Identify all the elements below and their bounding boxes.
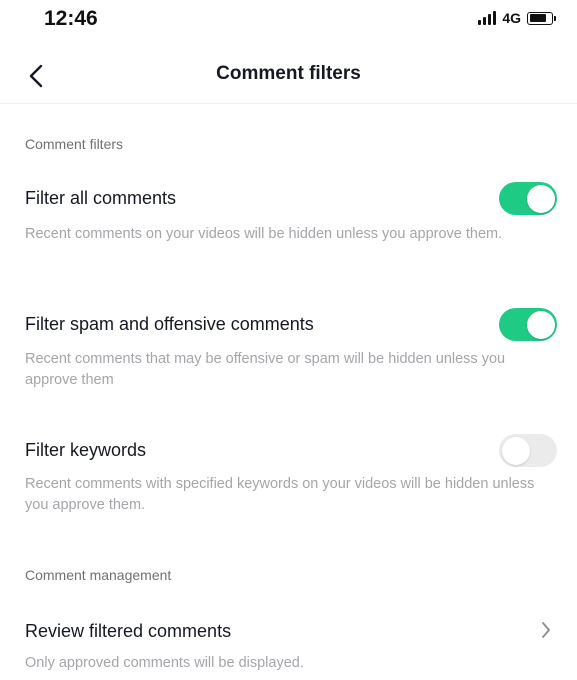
filter-keywords-title: Filter keywords [25,440,147,460]
filter-keywords-description: Recent comments with specified keywords … [25,476,535,513]
section-header-comment-filters: Comment filters [25,136,124,152]
review-filtered-comments-title: Review filtered comments [25,621,232,641]
filter-spam-title: Filter spam and offensive comments [25,314,314,334]
comment-filters-screen: 12:46 4G Comment filters Comment filters… [0,0,577,680]
filter-spam-toggle[interactable] [499,308,557,341]
page-title: Comment filters [216,63,361,84]
toggle-knob [526,310,555,339]
toggle-knob [526,184,555,213]
review-filtered-comments-description: Only approved comments will be displayed… [25,655,304,671]
status-indicators: 4G [478,10,556,26]
filter-spam-description: Recent comments that may be offensive or… [25,351,506,388]
filter-all-comments-description: Recent comments on your videos will be h… [25,226,503,242]
filter-keywords-toggle[interactable] [499,434,557,467]
filter-all-comments-title: Filter all comments [25,188,177,208]
filter-all-comments-toggle[interactable] [499,182,557,215]
status-time: 12:46 [44,7,98,30]
chevron-right-icon [542,622,550,638]
nav-bar: Comment filters [0,48,577,104]
signal-icon [478,11,497,25]
network-label: 4G [502,10,521,26]
section-header-comment-management: Comment management [25,567,172,583]
review-filtered-comments-row[interactable]: Review filtered comments Only approved c… [0,606,577,680]
toggle-knob [501,436,530,465]
battery-icon [527,11,556,25]
status-bar: 12:46 4G [0,0,577,40]
